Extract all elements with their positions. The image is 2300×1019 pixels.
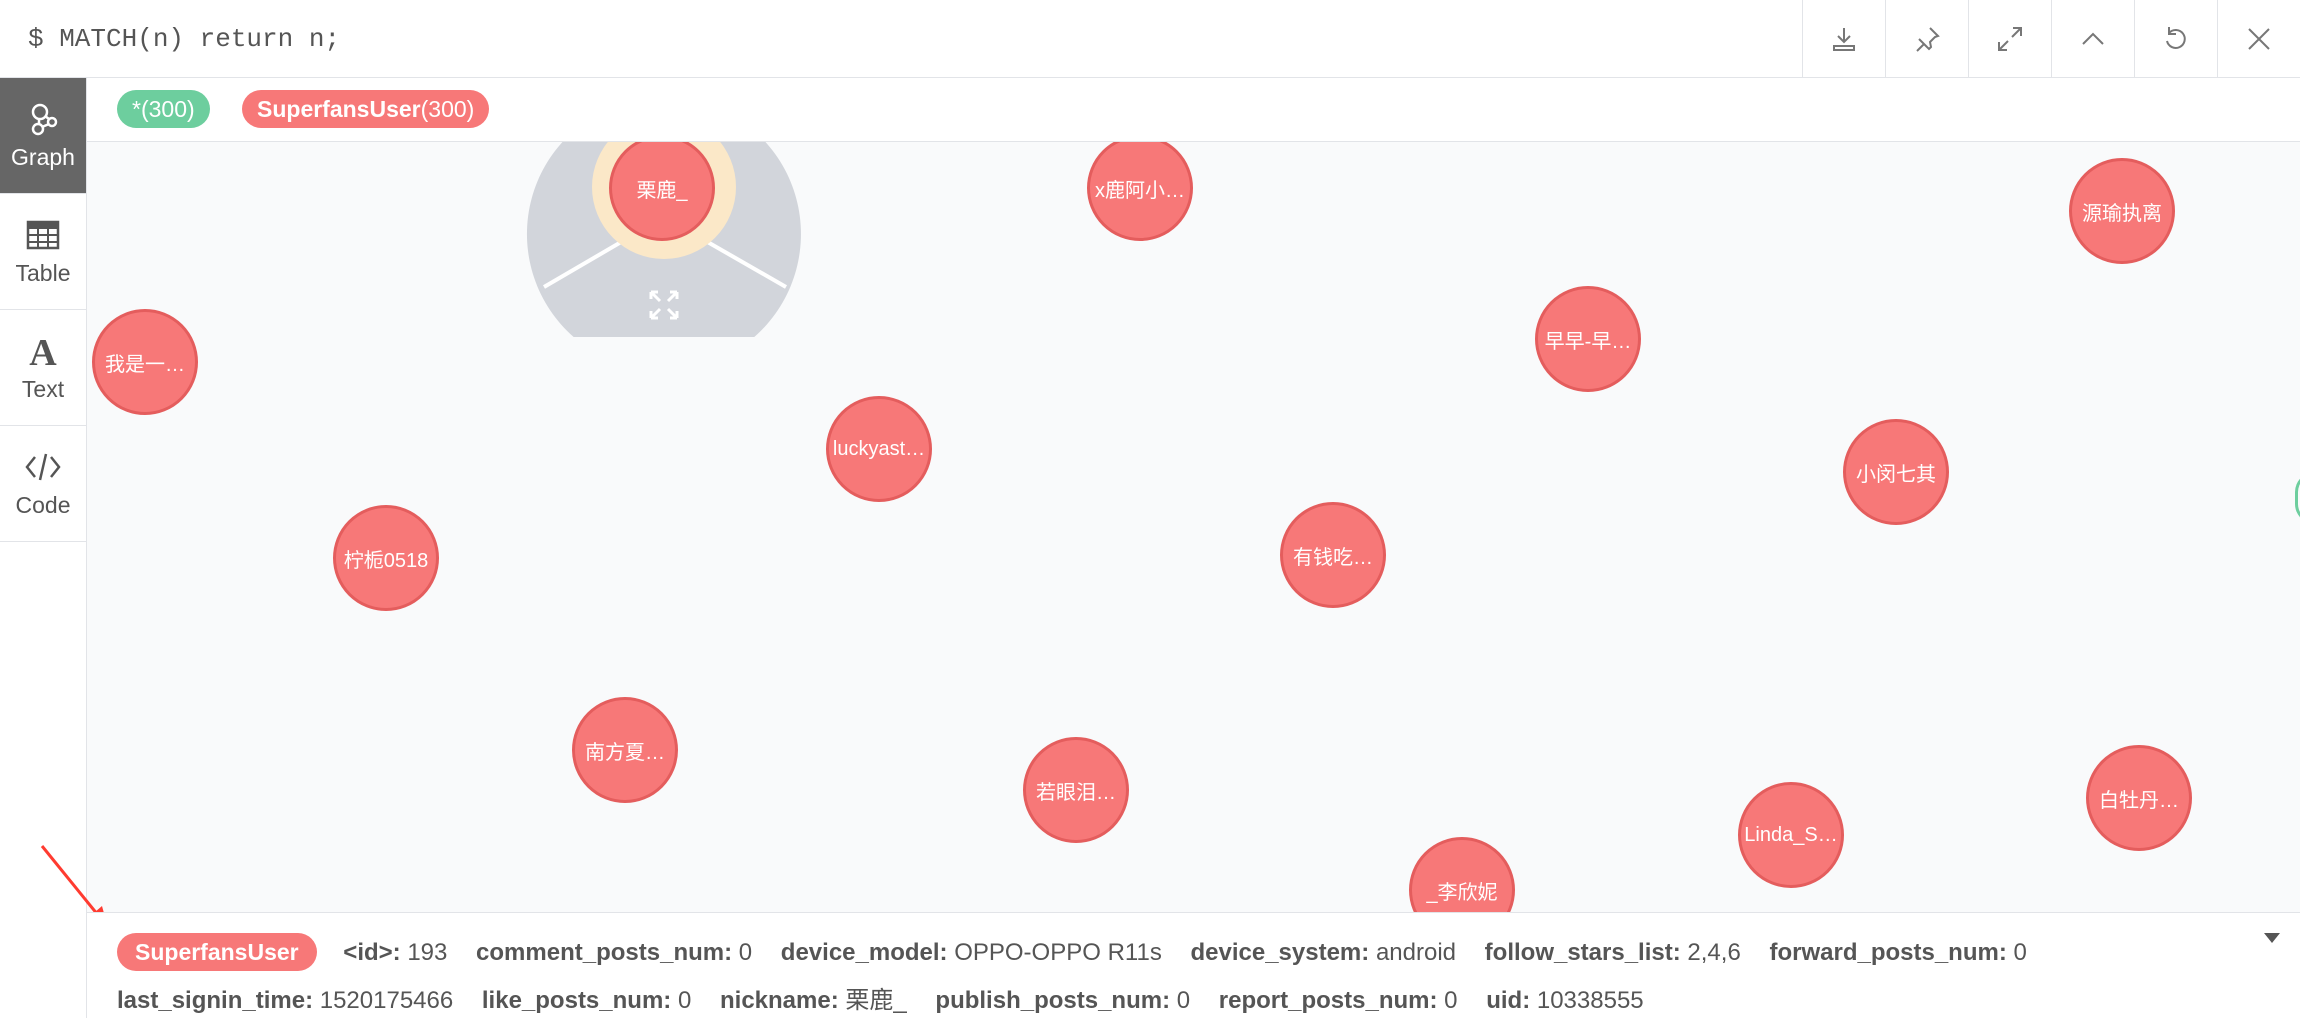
property-value: 1520175466 xyxy=(319,987,454,1014)
sidebar-item-label: Text xyxy=(21,376,65,402)
property-key: comment_posts_num: xyxy=(476,939,733,966)
collapse-button[interactable] xyxy=(2051,0,2134,77)
property-value: 0 xyxy=(738,939,753,966)
graph-node[interactable]: 小闵七其 xyxy=(1843,419,1949,525)
node-label-badge[interactable]: SuperfansUser xyxy=(117,933,317,971)
property-value: android xyxy=(1375,939,1456,966)
collapse-icon xyxy=(2082,32,2104,45)
graph-node[interactable]: 柠栀0518 xyxy=(333,505,439,611)
sidebar-item-label: Table xyxy=(15,260,71,286)
graph-icon xyxy=(31,103,58,136)
fullscreen-button[interactable] xyxy=(1968,0,2051,77)
property-key: forward_posts_num: xyxy=(1769,939,2007,966)
legend-label-count: (300) xyxy=(420,96,475,122)
property-value: OPPO-OPPO R11s xyxy=(954,939,1162,966)
property-key: follow_stars_list: xyxy=(1484,939,1681,966)
pin-icon xyxy=(1916,26,1940,52)
graph-node[interactable]: 源瑜执离 xyxy=(2069,158,2175,264)
expand-icon xyxy=(1998,26,2022,51)
property-key: publish_posts_num: xyxy=(935,987,1171,1014)
graph-node[interactable]: _李欣妮 xyxy=(1409,837,1515,912)
download-button[interactable] xyxy=(1802,0,1885,77)
chevron-down-icon[interactable] xyxy=(2264,933,2280,943)
property-value: 10338555 xyxy=(1536,987,1644,1014)
frame-toolbar xyxy=(1802,0,2300,77)
sidebar-item-label: Code xyxy=(15,492,71,518)
graph-legend: *(300) SuperfansUser(300) xyxy=(87,78,2300,142)
graph-node[interactable]: 早早-早… xyxy=(1535,286,1641,392)
properties-row-2: last_signin_time: 1520175466 like_posts_… xyxy=(117,980,1666,1015)
property-key: device_system: xyxy=(1190,939,1370,966)
property-value: 0 xyxy=(2013,939,2027,966)
property-value: 0 xyxy=(677,987,692,1014)
graph-node[interactable]: x鹿阿小… xyxy=(1087,142,1193,241)
sidebar-item-code[interactable]: Code xyxy=(0,426,86,542)
code-icon xyxy=(25,453,61,481)
property-key: device_model: xyxy=(780,939,948,966)
property-key: report_posts_num: xyxy=(1218,987,1438,1014)
property-key: like_posts_num: xyxy=(481,987,672,1014)
property-key: uid: xyxy=(1486,987,1531,1014)
property-value: 0 xyxy=(1176,987,1191,1014)
close-icon xyxy=(2248,27,2270,50)
property-value: 0 xyxy=(1444,987,1458,1014)
sidebar-item-text[interactable]: A Text xyxy=(0,310,86,426)
property-key: <id>: xyxy=(343,939,401,966)
graph-node[interactable]: 白牡丹… xyxy=(2086,745,2192,851)
node-properties-panel: SuperfansUser <id>: 193 comment_posts_nu… xyxy=(87,912,2300,1019)
rerun-icon xyxy=(2166,26,2186,49)
graph-node[interactable]: 我是一… xyxy=(92,309,198,415)
table-icon xyxy=(26,220,60,250)
legend-all-pill[interactable]: *(300) xyxy=(117,90,210,128)
svg-text:A: A xyxy=(29,332,57,370)
graph-node[interactable]: 若眼泪… xyxy=(1023,737,1129,843)
property-value: 2,4,6 xyxy=(1687,939,1741,966)
graph-node[interactable]: 南方夏… xyxy=(572,697,678,803)
download-icon xyxy=(1833,27,1855,51)
sidebar-item-graph[interactable]: Graph xyxy=(0,78,86,194)
text-icon: A xyxy=(29,332,57,370)
close-button[interactable] xyxy=(2217,0,2300,77)
legend-label-name: SuperfansUser xyxy=(257,96,421,122)
legend-label-pill[interactable]: SuperfansUser(300) xyxy=(242,90,490,128)
graph-node[interactable]: luckyast… xyxy=(826,396,932,502)
property-key: last_signin_time: xyxy=(117,987,314,1014)
graph-canvas[interactable]: 栗鹿_ x鹿阿小… 源瑜执离 我是一… 早早-早… luckyast… 小闵七其… xyxy=(87,142,2300,912)
property-value: 栗鹿_ xyxy=(845,987,907,1014)
sidebar-item-label: Graph xyxy=(11,144,75,170)
property-key: nickname: xyxy=(719,987,839,1014)
graph-node[interactable]: 有钱吃… xyxy=(1280,502,1386,608)
property-value: 193 xyxy=(407,939,448,966)
sidebar-item-table[interactable]: Table xyxy=(0,194,86,310)
query-text[interactable]: $ MATCH(n) return n; xyxy=(28,24,340,54)
properties-row-1: SuperfansUser <id>: 193 comment_posts_nu… xyxy=(117,933,2049,971)
pin-button[interactable] xyxy=(1885,0,1968,77)
query-bar: $ MATCH(n) return n; xyxy=(0,0,2300,78)
rerun-button[interactable] xyxy=(2134,0,2217,77)
offscreen-node-edge xyxy=(2295,472,2300,524)
graph-node[interactable]: Linda_S… xyxy=(1738,782,1844,888)
